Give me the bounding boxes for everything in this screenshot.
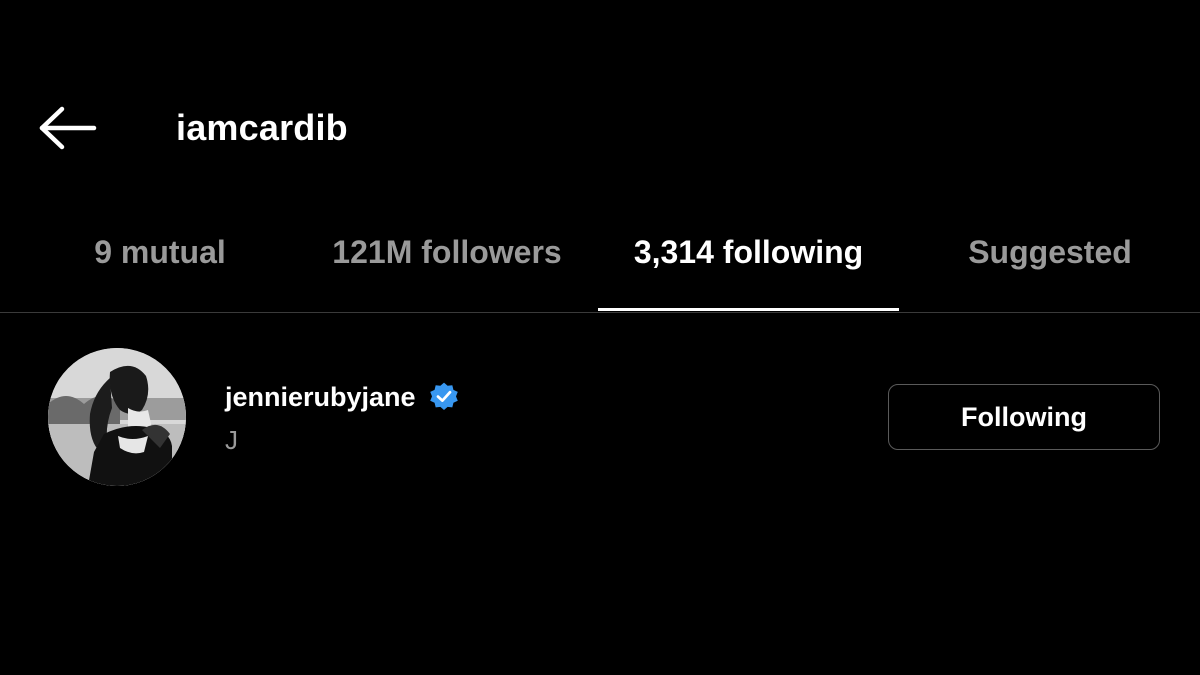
avatar[interactable] xyxy=(48,348,186,486)
following-button[interactable]: Following xyxy=(888,384,1160,450)
active-tab-indicator xyxy=(598,308,899,311)
tab-mutual[interactable]: 9 mutual xyxy=(40,218,280,312)
profile-photo xyxy=(48,348,186,486)
full-name: J xyxy=(225,425,238,455)
verified-badge-icon xyxy=(429,382,458,411)
top-bar: iamcardib xyxy=(0,88,1200,168)
tab-followers[interactable]: 121M followers xyxy=(297,218,597,312)
list-item: jennierubyjane J Following xyxy=(0,348,1200,488)
page-title: iamcardib xyxy=(176,107,348,148)
tab-following[interactable]: 3,314 following xyxy=(598,218,899,312)
username-link[interactable]: jennierubyjane xyxy=(225,380,460,414)
arrow-left-icon xyxy=(39,106,97,150)
username: jennierubyjane xyxy=(225,382,416,412)
back-button[interactable] xyxy=(32,100,104,156)
tab-suggested[interactable]: Suggested xyxy=(920,218,1180,312)
tab-bar: 9 mutual 121M followers 3,314 following … xyxy=(0,218,1200,313)
